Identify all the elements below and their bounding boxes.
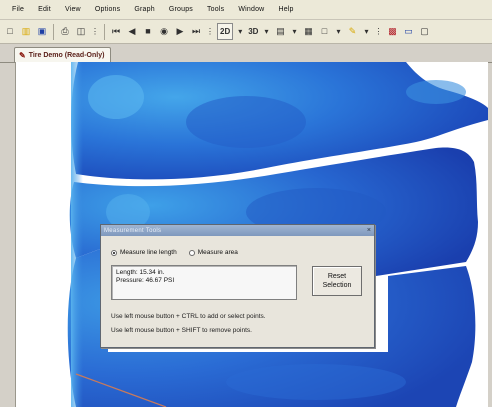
- toolbar-overflow-icon[interactable]: ⋮: [205, 24, 215, 39]
- measurement-tools-dialog: Measurement Tools × Measure line length …: [100, 224, 375, 348]
- hint-remove-points: Use left mouse button + SHIFT to remove …: [111, 327, 252, 334]
- chevron-down-icon[interactable]: ▾: [235, 24, 245, 39]
- chevron-down-icon[interactable]: ▾: [289, 24, 299, 39]
- pressure-patch: [88, 75, 144, 119]
- menu-options[interactable]: Options: [95, 6, 121, 13]
- tab-strip: ✎ Tire Demo (Read-Only): [0, 44, 492, 63]
- toolbar-overflow-icon[interactable]: ⋮: [90, 24, 100, 39]
- menu-help[interactable]: Help: [278, 6, 293, 13]
- grid-icon[interactable]: ▩: [385, 24, 399, 39]
- stop-icon[interactable]: ■: [141, 24, 155, 39]
- measure-line-radio[interactable]: Measure line length: [111, 249, 177, 256]
- pressure-patch: [226, 364, 406, 400]
- toolbar-separator: [53, 23, 54, 40]
- tab-tire-demo[interactable]: ✎ Tire Demo (Read-Only): [14, 47, 112, 63]
- toolbar-overflow-icon[interactable]: ⋮: [373, 24, 383, 39]
- menu-file[interactable]: File: [12, 6, 24, 13]
- menu-window[interactable]: Window: [238, 6, 264, 13]
- print-icon[interactable]: ⎙: [58, 24, 72, 39]
- chevron-down-icon[interactable]: ▾: [361, 24, 371, 39]
- print-preview-icon[interactable]: ◫: [74, 24, 88, 39]
- measure-mode-group: Measure line length Measure area: [111, 249, 238, 256]
- dialog-title: Measurement Tools: [104, 227, 162, 234]
- radio-checked-icon: [111, 249, 117, 256]
- table-icon[interactable]: ▦: [301, 24, 315, 39]
- view-3d-button[interactable]: 3D: [247, 24, 259, 39]
- open-folder-icon[interactable]: ▥: [19, 24, 33, 39]
- record-icon[interactable]: ◉: [157, 24, 171, 39]
- measure-area-radio[interactable]: Measure area: [188, 249, 238, 256]
- pressure-patch: [406, 80, 466, 104]
- play-icon[interactable]: ▶: [173, 24, 187, 39]
- bar-chart-icon[interactable]: ▤: [273, 24, 287, 39]
- dialog-titlebar[interactable]: Measurement Tools ×: [101, 225, 374, 236]
- result-pressure: Pressure: 46.67 PSI: [116, 277, 175, 284]
- first-frame-icon[interactable]: ⏮: [109, 24, 123, 39]
- previous-frame-icon[interactable]: ◀: [125, 24, 139, 39]
- monitor-icon[interactable]: ▭: [401, 24, 415, 39]
- reset-selection-button[interactable]: Reset Selection: [312, 266, 362, 296]
- window-icon[interactable]: ▢: [417, 24, 431, 39]
- close-icon[interactable]: ×: [367, 227, 371, 234]
- tab-label: Tire Demo (Read-Only): [28, 52, 105, 59]
- new-file-icon[interactable]: □: [3, 24, 17, 39]
- menu-tools[interactable]: Tools: [207, 6, 224, 13]
- chevron-down-icon[interactable]: ▾: [333, 24, 343, 39]
- menu-bar: File Edit View Options Graph Groups Tool…: [0, 0, 492, 20]
- chevron-down-icon[interactable]: ▾: [261, 24, 271, 39]
- toolbar: □ ▥ ▣ ⎙ ◫ ⋮ ⏮ ◀ ■ ◉ ▶ ⏭ ⋮ 2D ▾ 3D ▾ ▤ ▾ …: [0, 20, 492, 44]
- measurement-results: Length: 15.34 in. Pressure: 46.67 PSI: [111, 265, 297, 300]
- app-window: File Edit View Options Graph Groups Tool…: [0, 0, 492, 407]
- pressure-patch: [186, 96, 306, 148]
- measure-area-label: Measure area: [197, 249, 238, 256]
- menu-graph[interactable]: Graph: [134, 6, 154, 13]
- hint-add-points: Use left mouse button + CTRL to add or s…: [111, 313, 266, 320]
- radio-unchecked-icon: [188, 249, 195, 256]
- menu-edit[interactable]: Edit: [38, 6, 51, 13]
- save-icon[interactable]: ▣: [35, 24, 49, 39]
- frame-icon[interactable]: □: [317, 24, 331, 39]
- result-length: Length: 15.34 in.: [116, 269, 165, 276]
- document-icon: ✎: [19, 51, 26, 60]
- menu-groups[interactable]: Groups: [169, 6, 193, 13]
- toolbar-separator: [104, 23, 105, 40]
- pencil-icon[interactable]: ✎: [345, 24, 359, 39]
- last-frame-icon[interactable]: ⏭: [189, 24, 203, 39]
- measure-line-label: Measure line length: [120, 249, 177, 256]
- menu-view[interactable]: View: [65, 6, 81, 13]
- view-2d-button[interactable]: 2D: [217, 23, 234, 40]
